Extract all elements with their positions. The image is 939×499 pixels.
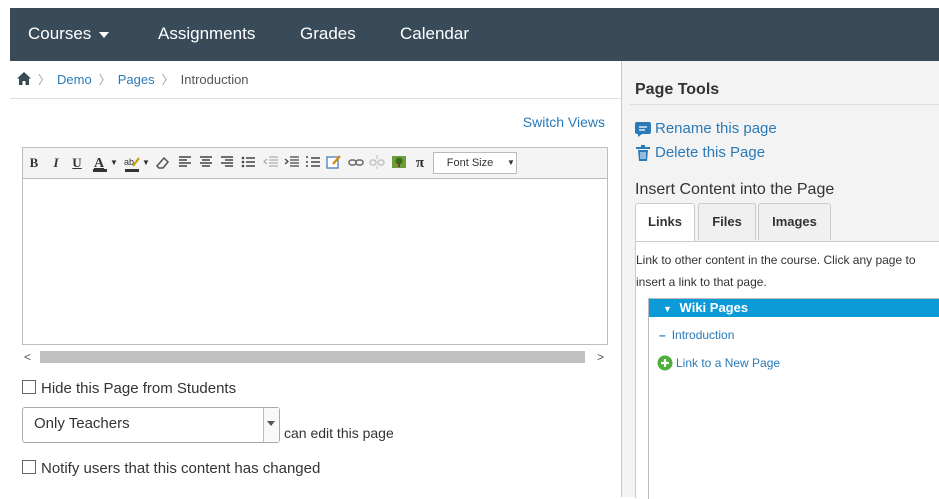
font-size-select[interactable]: Font Size (433, 152, 507, 174)
link-icon[interactable] (348, 154, 364, 172)
align-left-icon[interactable] (177, 154, 193, 172)
add-circle-icon (657, 355, 673, 371)
editors-select[interactable]: Only Teachers (22, 407, 280, 443)
page-tools-panel: Page Tools Rename this page Delete this … (622, 61, 939, 499)
numbered-list-icon[interactable] (305, 154, 321, 172)
breadcrumb-current: Introduction (180, 72, 249, 87)
home-icon[interactable] (17, 72, 31, 85)
can-edit-label: can edit this page (284, 425, 394, 441)
wiki-pages-tree: ▼ Wiki Pages – Introduction Link to a New… (648, 298, 939, 499)
notify-users-option[interactable]: Notify users that this content has chang… (22, 460, 320, 478)
nav-courses[interactable]: Courses (28, 8, 110, 61)
svg-text:A: A (94, 156, 105, 171)
notify-users-label: Notify users that this content has chang… (41, 460, 321, 477)
highlight-color-icon[interactable]: ab (123, 154, 141, 172)
chevron-down-icon (267, 421, 275, 426)
chevron-down-icon[interactable]: ▼ (506, 152, 517, 174)
font-color-icon[interactable]: A (91, 154, 109, 172)
scroll-right-arrow-icon[interactable]: > (597, 349, 604, 365)
insert-content-title: Insert Content into the Page (635, 181, 835, 198)
unlink-icon[interactable] (369, 154, 385, 172)
hide-from-students-label: Hide this Page from Students (41, 380, 237, 397)
page-tools-title: Page Tools (635, 81, 720, 98)
links-description-text: Link to other content in the course. Cli… (636, 253, 916, 289)
hide-from-students-option[interactable]: Hide this Page from Students (22, 380, 236, 398)
scroll-left-arrow-icon[interactable]: < (24, 349, 31, 365)
bold-icon[interactable]: B (28, 154, 40, 172)
tab-images[interactable]: Images (758, 203, 831, 240)
italic-icon[interactable]: I (50, 154, 62, 172)
image-icon[interactable] (391, 154, 407, 172)
indent-icon[interactable] (284, 154, 300, 172)
tab-files[interactable]: Files (698, 203, 756, 240)
dash-icon: – (659, 328, 666, 342)
bullet-list-icon[interactable] (240, 154, 256, 172)
chevron-down-icon[interactable]: ▼ (110, 154, 118, 172)
tab-links[interactable]: Links (635, 203, 695, 242)
tree-header-wiki-pages[interactable]: ▼ Wiki Pages (649, 299, 939, 317)
editors-select-value: Only Teachers (34, 415, 130, 432)
tree-item-introduction[interactable]: – Introduction (659, 328, 734, 342)
hide-from-students-checkbox[interactable] (22, 380, 36, 394)
breadcrumb-separator: 〉 (38, 73, 51, 87)
switch-views-link[interactable]: Switch Views (523, 114, 605, 130)
underline-icon[interactable]: U (71, 154, 83, 172)
eraser-icon[interactable] (154, 154, 170, 172)
nav-calendar[interactable]: Calendar (400, 8, 469, 61)
nav-assignments[interactable]: Assignments (158, 8, 255, 61)
tree-item-label: Introduction (671, 328, 735, 342)
math-icon[interactable]: π (413, 154, 427, 172)
tree-header-label: Wiki Pages (679, 300, 749, 315)
notify-users-checkbox[interactable] (22, 460, 36, 474)
editor-content-area[interactable] (22, 178, 608, 345)
links-description: Link to other content in the course. Cli… (636, 249, 926, 293)
breadcrumb-demo[interactable]: Demo (57, 72, 92, 87)
divider (630, 104, 939, 105)
link-new-page[interactable]: Link to a New Page (657, 355, 780, 371)
breadcrumb-separator: 〉 (98, 73, 111, 87)
breadcrumb-pages[interactable]: Pages (118, 72, 155, 87)
horizontal-scrollbar[interactable]: < > (22, 349, 606, 365)
nav-courses-label: Courses (28, 24, 92, 43)
scrollbar-thumb[interactable] (40, 351, 585, 363)
trash-icon (636, 145, 650, 161)
nav-grades[interactable]: Grades (300, 8, 356, 61)
breadcrumb: 〉 Demo 〉 Pages 〉 Introduction (17, 71, 249, 89)
font-size-label: Font Size (446, 157, 494, 169)
rename-icon (635, 122, 651, 137)
expand-triangle-icon: ▼ (663, 304, 672, 314)
edit-icon[interactable] (326, 154, 342, 172)
outdent-icon[interactable] (262, 154, 279, 172)
breadcrumb-separator: 〉 (161, 73, 174, 87)
editor-toolbar: B I U A ▼ ab ▼ π Font Size ▼ (22, 147, 608, 178)
delete-page-link[interactable]: Delete this Page (655, 144, 765, 161)
new-page-label: Link to a New Page (676, 356, 781, 370)
editor-pane: 〉 Demo 〉 Pages 〉 Introduction Switch Views B … (10, 61, 621, 497)
chevron-down-icon (99, 31, 110, 38)
rename-page-link[interactable]: Rename this page (655, 120, 777, 137)
align-center-icon[interactable] (198, 154, 214, 172)
align-right-icon[interactable] (219, 154, 235, 172)
editors-select-toggle[interactable] (263, 408, 279, 442)
chevron-down-icon[interactable]: ▼ (142, 154, 150, 172)
divider (10, 98, 621, 99)
links-panel: Link to other content in the course. Cli… (635, 241, 939, 499)
top-navigation: Courses Assignments Grades Calendar (10, 8, 939, 62)
